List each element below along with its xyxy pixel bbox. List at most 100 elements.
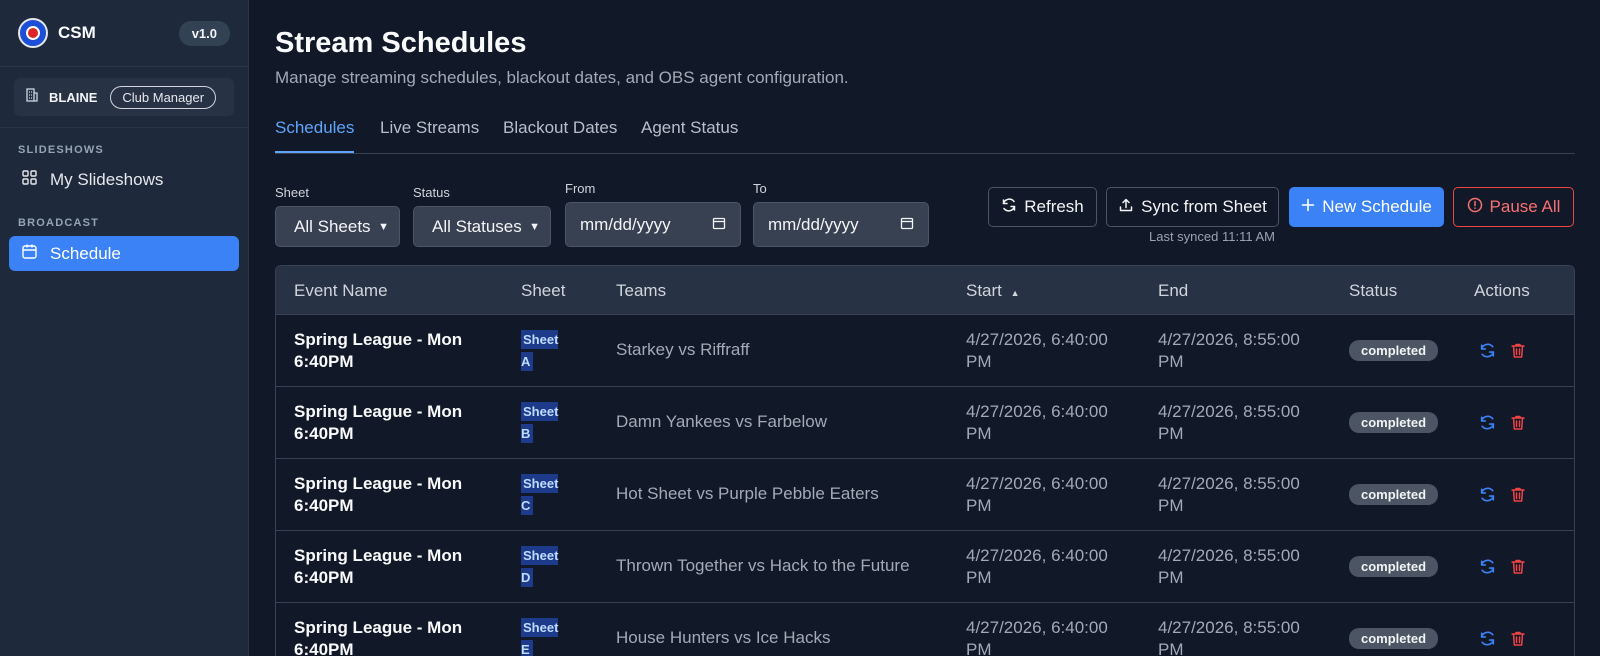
- table-row[interactable]: Spring League - Mon 6:40PM Sheet E House…: [276, 603, 1574, 656]
- calendar-icon[interactable]: [712, 215, 726, 235]
- teams-cell: Hot Sheet vs Purple Pebble Eaters: [616, 484, 879, 503]
- status-badge: completed: [1349, 412, 1439, 433]
- to-date-label: To: [753, 181, 767, 196]
- club-selector[interactable]: BLAINE Club Manager: [14, 78, 234, 116]
- start-cell: 4/27/2026, 6:40:00 PM: [966, 474, 1108, 515]
- teams-cell: Thrown Together vs Hack to the Future: [616, 556, 910, 575]
- column-header-sheet[interactable]: Sheet: [521, 281, 565, 301]
- pause-all-button[interactable]: Pause All: [1453, 187, 1574, 227]
- teams-cell: Damn Yankees vs Farbelow: [616, 412, 828, 431]
- trash-icon[interactable]: [1510, 342, 1526, 364]
- last-synced-text: Last synced 11:11 AM: [1149, 229, 1275, 244]
- sidebar-item-label: My Slideshows: [50, 169, 164, 189]
- resync-icon[interactable]: [1479, 414, 1496, 436]
- sidebar-item-schedule[interactable]: Schedule: [9, 236, 239, 271]
- start-cell: 4/27/2026, 6:40:00 PM: [966, 402, 1108, 443]
- table-row[interactable]: Spring League - Mon 6:40PM Sheet A Stark…: [276, 315, 1574, 387]
- event-name-cell: Spring League - Mon 6:40PM: [294, 330, 463, 371]
- column-header-status[interactable]: Status: [1349, 281, 1397, 301]
- chevron-down-icon: ▼: [378, 220, 389, 233]
- app-name: CSM: [58, 23, 96, 42]
- active-tab-indicator: [275, 151, 354, 153]
- column-header-end[interactable]: End: [1158, 281, 1188, 301]
- club-name: BLAINE: [49, 89, 98, 105]
- table-header: Event Name Sheet Teams Start ▲ End Statu…: [276, 266, 1574, 315]
- page-title: Stream Schedules: [275, 27, 527, 59]
- sidebar-item-label: Schedule: [50, 243, 121, 263]
- page-subtitle: Manage streaming schedules, blackout dat…: [275, 68, 849, 87]
- tab-agent-status[interactable]: Agent Status: [641, 118, 738, 138]
- column-header-event-name[interactable]: Event Name: [294, 281, 388, 301]
- from-date-label: From: [565, 181, 596, 196]
- event-name-cell: Spring League - Mon 6:40PM: [294, 546, 463, 587]
- refresh-icon: [1001, 197, 1017, 218]
- end-cell: 4/27/2026, 8:55:00 PM: [1158, 474, 1300, 515]
- status-badge: completed: [1349, 556, 1439, 577]
- refresh-label: Refresh: [1024, 197, 1084, 216]
- building-icon: [24, 87, 40, 108]
- event-name-cell: Spring League - Mon 6:40PM: [294, 474, 463, 515]
- end-cell: 4/27/2026, 8:55:00 PM: [1158, 546, 1300, 587]
- sheet-badge: Sheet B: [521, 402, 559, 443]
- column-header-start-label: Start: [966, 281, 1002, 300]
- resync-icon[interactable]: [1479, 630, 1496, 652]
- sheet-filter-value: All Sheets: [294, 216, 371, 236]
- resync-icon[interactable]: [1479, 342, 1496, 364]
- column-header-teams[interactable]: Teams: [616, 281, 666, 301]
- status-filter-label: Status: [413, 185, 450, 200]
- schedules-table: Event Name Sheet Teams Start ▲ End Statu…: [275, 265, 1575, 656]
- tab-schedules[interactable]: Schedules: [275, 118, 354, 138]
- brand-header: CSM v1.0: [0, 0, 248, 67]
- plus-icon: [1301, 197, 1315, 217]
- section-label-broadcast: BROADCAST: [18, 217, 100, 229]
- new-schedule-label: New Schedule: [1322, 197, 1432, 216]
- trash-icon[interactable]: [1510, 414, 1526, 436]
- to-date-placeholder: mm/dd/yyyy: [768, 214, 859, 234]
- tab-bar: Schedules Live Streams Blackout Dates Ag…: [275, 112, 1575, 154]
- table-row[interactable]: Spring League - Mon 6:40PM Sheet C Hot S…: [276, 459, 1574, 531]
- status-badge: completed: [1349, 628, 1439, 649]
- end-cell: 4/27/2026, 8:55:00 PM: [1158, 402, 1300, 443]
- sheet-badge: Sheet A: [521, 330, 559, 371]
- sheet-filter-select[interactable]: All Sheets ▼: [275, 206, 400, 247]
- section-label-slideshows: SLIDESHOWS: [18, 144, 104, 156]
- calendar-icon[interactable]: [900, 215, 914, 235]
- teams-cell: House Hunters vs Ice Hacks: [616, 628, 831, 647]
- status-badge: completed: [1349, 484, 1439, 505]
- sidebar: CSM v1.0 BLAINE Club Manager SLIDESHOWS …: [0, 0, 249, 656]
- to-date-input[interactable]: mm/dd/yyyy: [753, 202, 929, 247]
- column-header-start[interactable]: Start ▲: [966, 281, 1020, 301]
- upload-icon: [1118, 197, 1134, 218]
- new-schedule-button[interactable]: New Schedule: [1289, 187, 1444, 227]
- pause-all-label: Pause All: [1489, 197, 1561, 216]
- table-row[interactable]: Spring League - Mon 6:40PM Sheet B Damn …: [276, 387, 1574, 459]
- trash-icon[interactable]: [1510, 630, 1526, 652]
- status-badge: completed: [1349, 340, 1439, 361]
- sheet-filter-label: Sheet: [275, 185, 309, 200]
- sync-from-sheet-button[interactable]: Sync from Sheet: [1106, 187, 1279, 227]
- event-name-cell: Spring League - Mon 6:40PM: [294, 618, 463, 656]
- column-header-actions: Actions: [1474, 281, 1530, 300]
- table-row[interactable]: Spring League - Mon 6:40PM Sheet D Throw…: [276, 531, 1574, 603]
- resync-icon[interactable]: [1479, 558, 1496, 580]
- sync-label: Sync from Sheet: [1141, 197, 1267, 216]
- tab-blackout-dates[interactable]: Blackout Dates: [503, 118, 617, 138]
- calendar-icon: [21, 243, 38, 265]
- table-body: Spring League - Mon 6:40PM Sheet A Stark…: [276, 315, 1574, 656]
- status-filter-select[interactable]: All Statuses ▼: [413, 206, 551, 247]
- start-cell: 4/27/2026, 6:40:00 PM: [966, 330, 1108, 371]
- from-date-placeholder: mm/dd/yyyy: [580, 214, 671, 234]
- version-badge: v1.0: [178, 20, 230, 46]
- tab-live-streams[interactable]: Live Streams: [380, 118, 479, 138]
- sidebar-item-my-slideshows[interactable]: My Slideshows: [9, 162, 239, 197]
- from-date-input[interactable]: mm/dd/yyyy: [565, 202, 741, 247]
- alert-circle-icon: [1467, 197, 1483, 218]
- trash-icon[interactable]: [1510, 558, 1526, 580]
- refresh-button[interactable]: Refresh: [988, 187, 1097, 227]
- sort-ascending-icon: ▲: [1010, 288, 1020, 298]
- chevron-down-icon: ▼: [529, 220, 540, 233]
- trash-icon[interactable]: [1510, 486, 1526, 508]
- start-cell: 4/27/2026, 6:40:00 PM: [966, 546, 1108, 587]
- resync-icon[interactable]: [1479, 486, 1496, 508]
- teams-cell: Starkey vs Riffraff: [616, 340, 750, 359]
